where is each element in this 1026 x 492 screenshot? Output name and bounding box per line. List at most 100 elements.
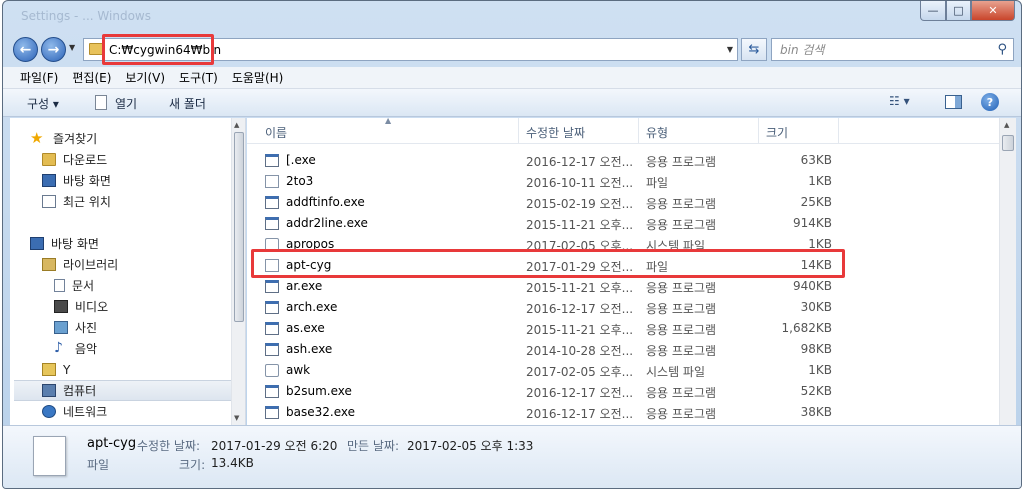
help-button[interactable]: ? bbox=[981, 93, 999, 111]
nav-documents[interactable]: 문서 bbox=[54, 275, 245, 296]
file-row[interactable]: addr2line.exe 2015-11-21 오후... 응용 프로그램 9… bbox=[247, 213, 847, 234]
file-type: 응용 프로그램 bbox=[646, 407, 717, 421]
scroll-up-icon[interactable]: ▲ bbox=[1004, 121, 1009, 129]
maximize-button[interactable]: □ bbox=[946, 1, 971, 21]
file-name: 2to3 bbox=[286, 174, 314, 188]
column-divider[interactable] bbox=[838, 118, 839, 144]
nav-label: 사진 bbox=[75, 321, 98, 335]
file-type: 응용 프로그램 bbox=[646, 197, 717, 211]
menu-tools[interactable]: 도구(T) bbox=[172, 69, 225, 86]
desktop-icon bbox=[42, 174, 56, 187]
forward-arrow-icon: → bbox=[47, 41, 60, 58]
nav-network[interactable]: 네트워크 bbox=[42, 401, 245, 422]
nav-pictures[interactable]: 사진 bbox=[54, 317, 245, 338]
file-row[interactable]: ar.exe 2015-11-21 오후... 응용 프로그램 940KB bbox=[247, 276, 847, 297]
file-name: addr2line.exe bbox=[286, 216, 368, 230]
nav-libraries[interactable]: 라이브러리 bbox=[42, 254, 245, 275]
nav-music[interactable]: ♪ 음악 bbox=[54, 338, 245, 359]
search-input[interactable] bbox=[780, 43, 980, 57]
file-row[interactable]: b2sum.exe 2016-12-17 오전... 응용 프로그램 52KB bbox=[247, 381, 847, 402]
scroll-up-icon[interactable]: ▲ bbox=[234, 121, 239, 129]
menu-view[interactable]: 보기(V) bbox=[118, 69, 172, 86]
file-date: 2015-11-21 오후... bbox=[526, 218, 634, 232]
refresh-button[interactable]: ⇆ bbox=[741, 38, 767, 61]
address-bar[interactable]: C:₩cygwin64₩bin ▼ bbox=[83, 34, 738, 65]
nav-videos[interactable]: 비디오 bbox=[54, 296, 245, 317]
recent-places-icon bbox=[42, 195, 56, 208]
title-bar[interactable]: Settings - ... Windows — □ ✕ bbox=[3, 1, 1021, 31]
nav-recent-places[interactable]: 최근 위치 bbox=[42, 191, 245, 212]
nav-desktop[interactable]: 바탕 화면 bbox=[30, 233, 245, 254]
file-list-scrollbar[interactable]: ▲ bbox=[999, 118, 1016, 425]
new-folder-button[interactable]: 새 폴더 bbox=[169, 95, 206, 112]
file-name: arch.exe bbox=[286, 300, 338, 314]
back-button[interactable]: ← bbox=[13, 37, 38, 62]
file-row[interactable]: addftinfo.exe 2015-02-19 오전... 응용 프로그램 2… bbox=[247, 192, 847, 213]
file-row[interactable]: [.exe 2016-12-17 오전... 응용 프로그램 63KB bbox=[247, 150, 847, 171]
back-arrow-icon: ← bbox=[19, 41, 32, 58]
nav-y-drive[interactable]: Y bbox=[42, 359, 245, 380]
scrollbar-thumb[interactable] bbox=[1002, 135, 1014, 151]
column-divider[interactable] bbox=[758, 118, 759, 144]
nav-desktop-favorite[interactable]: 바탕 화면 bbox=[42, 170, 245, 191]
file-size: 25KB bbox=[800, 195, 832, 209]
navigation-scrollbar[interactable]: ▲ ▼ bbox=[231, 118, 245, 425]
file-row[interactable]: base32.exe 2016-12-17 오전... 응용 프로그램 38KB bbox=[247, 402, 847, 423]
nav-label: 바탕 화면 bbox=[63, 174, 111, 188]
file-size: 1KB bbox=[808, 363, 832, 377]
close-button[interactable]: ✕ bbox=[971, 1, 1015, 21]
file-date: 2016-12-17 오전... bbox=[526, 302, 634, 316]
system-file-icon bbox=[265, 364, 279, 377]
column-modified[interactable]: 수정한 날짜 bbox=[526, 124, 585, 141]
file-size: 98KB bbox=[800, 342, 832, 356]
details-modified-label: 수정한 날짜: bbox=[137, 439, 201, 453]
file-size: 38KB bbox=[800, 405, 832, 419]
file-type: 응용 프로그램 bbox=[646, 155, 717, 169]
column-size[interactable]: 크기 bbox=[766, 124, 788, 141]
file-row[interactable]: awk 2017-02-05 오후... 시스템 파일 1KB bbox=[247, 360, 847, 381]
file-type: 응용 프로그램 bbox=[646, 323, 717, 337]
file-size: 940KB bbox=[792, 279, 832, 293]
forward-button[interactable]: → bbox=[41, 37, 66, 62]
preview-pane-icon[interactable] bbox=[945, 95, 962, 109]
nav-label: Y bbox=[63, 362, 71, 377]
window-title: Settings - ... Windows bbox=[21, 9, 152, 23]
file-date: 2014-10-28 오전... bbox=[526, 344, 634, 358]
file-name: b2sum.exe bbox=[286, 384, 352, 398]
nav-computer[interactable]: 컴퓨터 bbox=[14, 380, 232, 401]
open-button[interactable]: 열기 bbox=[95, 95, 137, 112]
folder-icon bbox=[42, 363, 56, 376]
nav-favorites[interactable]: ★ 즐겨찾기 bbox=[30, 128, 245, 149]
downloads-folder-icon bbox=[42, 153, 56, 166]
file-row[interactable]: arch.exe 2016-12-17 오전... 응용 프로그램 30KB bbox=[247, 297, 847, 318]
file-name: base32.exe bbox=[286, 405, 355, 419]
menu-help[interactable]: 도움말(H) bbox=[225, 69, 291, 86]
column-type[interactable]: 유형 bbox=[646, 124, 668, 141]
file-size: 914KB bbox=[792, 216, 832, 230]
column-divider[interactable] bbox=[518, 118, 519, 144]
details-file-type: 파일 bbox=[87, 458, 110, 472]
file-date: 2016-12-17 오전... bbox=[526, 407, 634, 421]
menu-edit[interactable]: 편집(E) bbox=[65, 69, 118, 86]
search-box[interactable]: ⚲ bbox=[771, 38, 1014, 61]
details-pane: apt-cyg 수정한 날짜: 2017-01-29 오전 6:20 만든 날짜… bbox=[3, 425, 1021, 488]
column-name[interactable]: 이름 bbox=[265, 124, 287, 141]
minimize-button[interactable]: — bbox=[920, 1, 946, 21]
exe-icon bbox=[265, 196, 279, 209]
file-row[interactable]: as.exe 2015-11-21 오후... 응용 프로그램 1,682KB bbox=[247, 318, 847, 339]
scrollbar-thumb[interactable] bbox=[234, 132, 244, 322]
nav-label: 네트워크 bbox=[63, 405, 108, 419]
documents-icon bbox=[54, 279, 65, 292]
search-icon[interactable]: ⚲ bbox=[997, 42, 1007, 57]
menu-file[interactable]: 파일(F) bbox=[13, 69, 65, 86]
scroll-down-icon[interactable]: ▼ bbox=[234, 414, 239, 422]
history-dropdown-icon[interactable]: ▼ bbox=[69, 43, 75, 52]
nav-label: 바탕 화면 bbox=[51, 237, 99, 251]
file-row[interactable]: ash.exe 2014-10-28 오전... 응용 프로그램 98KB bbox=[247, 339, 847, 360]
address-dropdown-icon[interactable]: ▼ bbox=[727, 45, 733, 54]
nav-downloads[interactable]: 다운로드 bbox=[42, 149, 245, 170]
file-row[interactable]: 2to3 2016-10-11 오전... 파일 1KB bbox=[247, 171, 847, 192]
organize-button[interactable]: 구성 ▾ bbox=[27, 95, 59, 112]
column-divider[interactable] bbox=[638, 118, 639, 144]
change-view-button[interactable]: ☷ ▾ bbox=[889, 94, 910, 108]
